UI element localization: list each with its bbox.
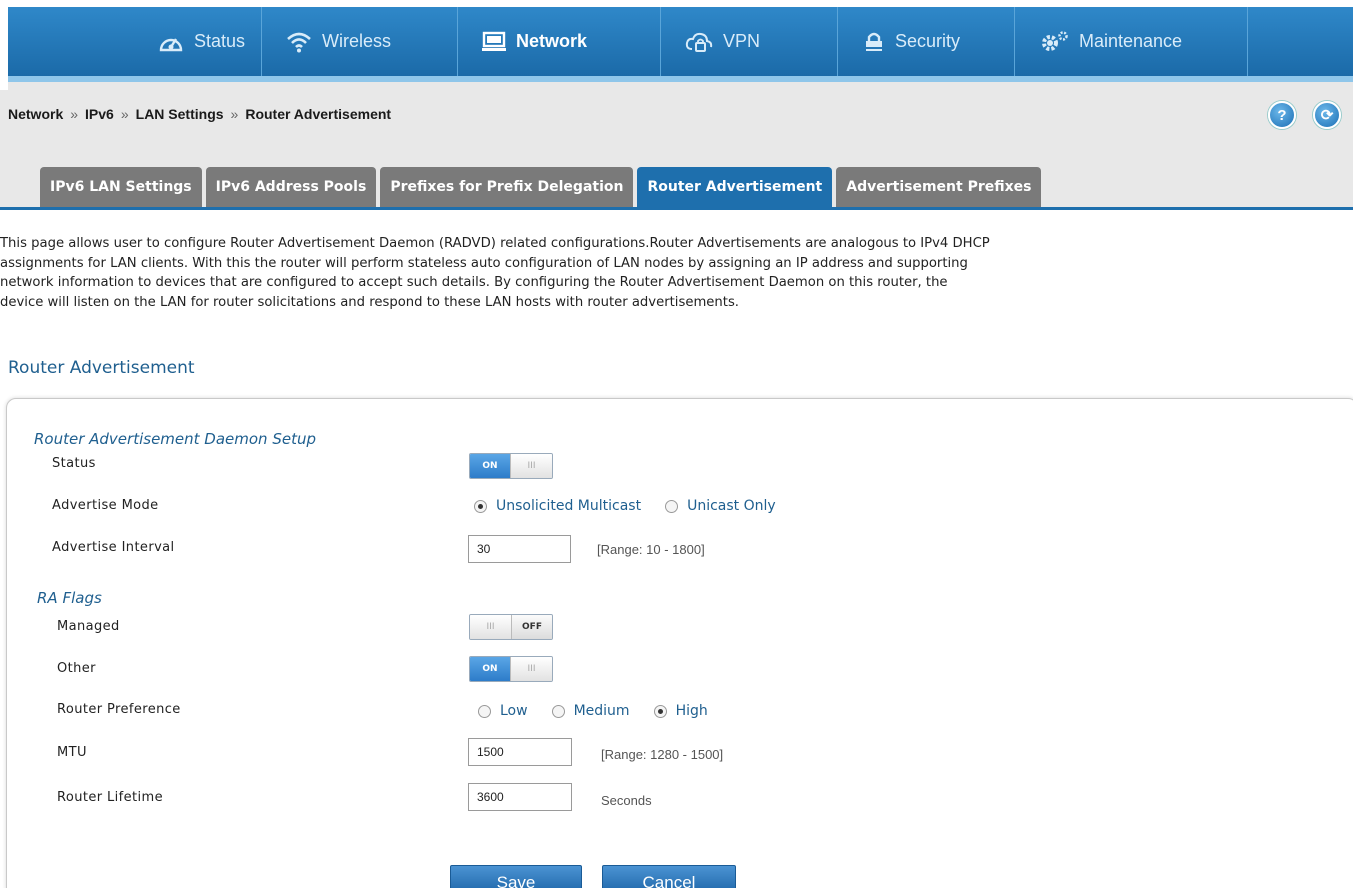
breadcrumb: Network » IPv6 » LAN Settings » Router Adverti… — [8, 106, 391, 122]
advertise-interval-label: Advertise Interval — [52, 540, 175, 555]
radio-button[interactable] — [665, 499, 679, 513]
radio-high[interactable]: High — [653, 703, 708, 719]
nav-divider — [1014, 7, 1015, 76]
tab-advertisement-prefixes[interactable]: Advertisement Prefixes — [836, 167, 1042, 207]
nav-divider — [457, 7, 458, 76]
router-lifetime-input[interactable] — [468, 783, 572, 811]
breadcrumb-item: Router Advertisement — [245, 106, 392, 122]
radio-label: Low — [500, 703, 528, 719]
toggle-on-text: ON — [470, 454, 510, 478]
advertise-interval-input[interactable] — [468, 535, 571, 563]
radio-button[interactable] — [551, 704, 565, 718]
radio-label: Unicast Only — [687, 498, 776, 514]
radio-button[interactable] — [478, 704, 491, 718]
description-line: assignments for LAN clients. With this t… — [0, 255, 968, 271]
nav-wireless[interactable]: Wireless — [268, 7, 391, 76]
description-line: device will listen on the LAN for router… — [0, 294, 740, 310]
managed-toggle[interactable]: III OFF — [469, 614, 553, 640]
tab-underline — [0, 207, 1353, 210]
breadcrumb-separator: » — [70, 106, 79, 122]
toggle-grip: III — [470, 615, 512, 639]
daemon-setup-title: Router Advertisement Daemon Setup — [34, 430, 316, 448]
nav-divider — [1247, 7, 1248, 76]
logout-button[interactable]: ⟳ — [1313, 101, 1341, 129]
gauge-icon — [158, 32, 184, 52]
nav-divider — [261, 7, 262, 76]
router-preference-radio-group: Low Medium High — [478, 703, 732, 719]
advertise-mode-radio-group: Unsolicited Multicast Unicast Only — [474, 498, 800, 514]
other-toggle[interactable]: ON III — [469, 656, 553, 682]
tab-router-advertisement[interactable]: Router Advertisement — [637, 167, 833, 207]
nav-wireless-label: Wireless — [322, 31, 392, 51]
settings-panel — [6, 398, 1353, 888]
cancel-button[interactable]: Cancel — [602, 865, 736, 888]
radio-unsolicited-multicast[interactable]: Unsolicited Multicast — [474, 498, 641, 514]
tab-bar: IPv6 LAN Settings IPv6 Address Pools Pre… — [40, 167, 1042, 207]
radio-low[interactable]: Low — [478, 703, 528, 719]
tab-ipv6-address-pools[interactable]: IPv6 Address Pools — [205, 167, 377, 207]
nav-maintenance-label: Maintenance — [1079, 31, 1183, 51]
nav-divider — [837, 7, 838, 76]
breadcrumb-item[interactable]: LAN Settings — [136, 106, 224, 122]
ra-flags-title: RA Flags — [37, 589, 102, 607]
mtu-label: MTU — [57, 745, 87, 760]
radio-label: Medium — [573, 703, 630, 719]
advertise-mode-label: Advertise Mode — [52, 498, 159, 513]
radio-button-checked[interactable] — [474, 499, 487, 513]
cloud-lock-icon — [685, 31, 713, 53]
gears-icon — [1039, 30, 1069, 53]
nav-network[interactable]: Network — [464, 7, 587, 76]
toggle-grip: III — [510, 657, 552, 681]
breadcrumb-item[interactable]: IPv6 — [85, 106, 114, 122]
other-label: Other — [57, 661, 96, 676]
nav-status-label: Status — [194, 31, 246, 51]
breadcrumb-item[interactable]: Network — [8, 106, 63, 122]
nav-divider — [660, 7, 661, 76]
toggle-on-text: ON — [470, 657, 510, 681]
nav-status[interactable]: Status — [140, 7, 245, 76]
description-line: This page allows user to configure Route… — [0, 236, 990, 251]
description-line: network information to devices that are … — [0, 275, 948, 291]
nav-vpn[interactable]: VPN — [667, 7, 760, 76]
monitor-icon — [482, 31, 506, 53]
breadcrumb-separator: » — [230, 106, 239, 122]
radio-medium[interactable]: Medium — [551, 703, 630, 719]
interval-range-hint: [Range: 10 - 1800] — [597, 542, 705, 557]
padlock-icon — [863, 31, 885, 53]
mtu-input[interactable] — [468, 738, 572, 766]
radio-button-checked[interactable] — [653, 704, 667, 718]
radio-label: High — [675, 703, 708, 719]
nav-security-label: Security — [895, 31, 961, 51]
tab-ipv6-lan-settings[interactable]: IPv6 LAN Settings — [40, 167, 202, 207]
nav-network-label: Network — [516, 31, 588, 51]
toggle-grip: III — [510, 454, 552, 478]
tab-prefix-delegation[interactable]: Prefixes for Prefix Delegation — [380, 167, 634, 207]
managed-label: Managed — [57, 619, 120, 634]
status-toggle[interactable]: ON III — [469, 453, 553, 479]
router-preference-label: Router Preference — [57, 702, 181, 717]
lifetime-unit: Seconds — [601, 793, 652, 808]
breadcrumb-separator: » — [120, 106, 129, 122]
radio-label: Unsolicited Multicast — [496, 498, 642, 514]
save-button[interactable]: Save — [450, 865, 582, 888]
section-title: Router Advertisement — [8, 358, 195, 378]
radio-unicast-only[interactable]: Unicast Only — [665, 498, 776, 514]
status-label: Status — [52, 456, 96, 471]
mtu-range-hint: [Range: 1280 - 1500] — [601, 747, 724, 762]
nav-maintenance[interactable]: Maintenance — [1021, 7, 1182, 76]
wifi-icon — [286, 31, 312, 53]
toggle-off-text: OFF — [512, 615, 552, 639]
nav-shadow — [8, 82, 1353, 90]
router-lifetime-label: Router Lifetime — [57, 790, 164, 805]
nav-security[interactable]: Security — [845, 7, 960, 76]
help-button[interactable]: ? — [1268, 101, 1296, 129]
page-description: This page allows user to configure Route… — [0, 234, 1353, 312]
nav-vpn-label: VPN — [723, 31, 761, 51]
